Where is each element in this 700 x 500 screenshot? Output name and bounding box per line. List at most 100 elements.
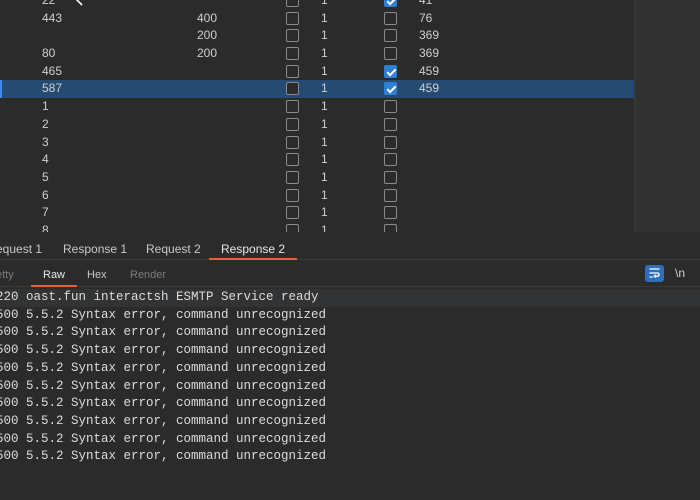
response-line: 500 5.5.2 Syntax error, command unrecogn… <box>0 413 327 428</box>
cell-length: 2 <box>42 116 49 131</box>
cell-response-length: 369 <box>419 28 440 43</box>
table-row[interactable]: 22 1 41 <box>0 0 634 10</box>
tab-request-2[interactable]: Request 2 <box>146 238 201 260</box>
response-line: 500 5.5.2 Syntax error, command unrecogn… <box>0 307 327 322</box>
error-checkbox[interactable] <box>286 135 299 149</box>
word-wrap-button[interactable] <box>645 265 664 282</box>
error-checkbox[interactable] <box>286 82 299 96</box>
cell-timeout: 1 <box>321 134 328 149</box>
table-row[interactable]: 51 <box>0 169 634 187</box>
cell-length: 80 <box>42 46 56 61</box>
cell-length: 6 <box>42 187 49 202</box>
interaction-checkbox[interactable] <box>384 135 397 149</box>
cell-timeout: 1 <box>321 152 328 167</box>
error-checkbox[interactable] <box>286 11 299 25</box>
cell-response-length: 459 <box>419 81 440 96</box>
cell-timeout: 1 <box>321 222 328 232</box>
mouse-cursor-icon <box>75 0 83 6</box>
interaction-checkbox[interactable] <box>384 64 397 78</box>
interaction-checkbox[interactable] <box>384 223 397 232</box>
table-scrollbar-gutter[interactable] <box>634 0 700 232</box>
cell-length: 5 <box>42 169 49 184</box>
response-line-text: 220 oast.fun interactsh ESMTP Service re… <box>0 290 319 304</box>
cell-length: 1 <box>42 99 49 114</box>
cell-length: 443 <box>42 10 63 25</box>
interaction-checkbox[interactable] <box>384 11 397 25</box>
table-row[interactable]: 61 <box>0 187 634 205</box>
cell-timeout: 1 <box>321 63 328 78</box>
table-row[interactable]: 21 <box>0 116 634 134</box>
table-row[interactable]: 465 1 459 <box>0 63 634 81</box>
cell-timeout: 1 <box>321 81 328 96</box>
interaction-checkbox[interactable] <box>384 29 397 43</box>
response-line: 500 5.5.2 Syntax error, command unrecogn… <box>0 449 327 464</box>
cell-response-length: 41 <box>419 0 433 7</box>
error-checkbox[interactable] <box>286 47 299 61</box>
interaction-checkbox[interactable] <box>384 188 397 202</box>
results-rows: 22 1 41 443 400 1 76 200 1 369 80 200 1 369 465 1 459 587… <box>0 0 634 232</box>
cell-timeout: 1 <box>321 46 328 61</box>
cell-length: 4 <box>42 152 49 167</box>
interaction-checkbox[interactable] <box>384 47 397 61</box>
cell-timeout: 1 <box>321 28 328 43</box>
error-checkbox[interactable] <box>286 223 299 232</box>
show-newlines-button[interactable]: \n <box>675 265 685 282</box>
response-line: 500 5.5.2 Syntax error, command unrecogn… <box>0 396 327 411</box>
error-checkbox[interactable] <box>286 29 299 43</box>
cell-response-length: 459 <box>419 63 440 78</box>
tab-render[interactable]: Render <box>130 265 166 285</box>
response-line: 500 5.5.2 Syntax error, command unrecogn… <box>0 325 327 340</box>
error-checkbox[interactable] <box>286 188 299 202</box>
interaction-checkbox[interactable] <box>384 170 397 184</box>
table-row[interactable]: 71 <box>0 204 634 222</box>
error-checkbox[interactable] <box>286 206 299 220</box>
interaction-checkbox[interactable] <box>384 82 397 96</box>
table-row[interactable]: 80 200 1 369 <box>0 45 634 63</box>
tab-pretty[interactable]: etty <box>0 265 14 285</box>
response-line-current: 220 oast.fun interactsh ESMTP Service re… <box>0 289 700 307</box>
cell-response-length: 76 <box>419 10 433 25</box>
interaction-checkbox[interactable] <box>384 153 397 167</box>
interaction-checkbox[interactable] <box>384 100 397 114</box>
cell-timeout: 1 <box>321 10 328 25</box>
response-line: 500 5.5.2 Syntax error, command unrecogn… <box>0 431 327 446</box>
table-row[interactable]: 11 <box>0 98 634 116</box>
table-row[interactable]: 200 1 369 <box>0 27 634 45</box>
cell-length: 22 <box>42 0 56 7</box>
interaction-checkbox[interactable] <box>384 117 397 131</box>
error-checkbox[interactable] <box>286 153 299 167</box>
interaction-checkbox[interactable] <box>384 0 397 7</box>
tab-response-1[interactable]: Response 1 <box>63 238 127 260</box>
raw-response-editor[interactable]: 220 oast.fun interactsh ESMTP Service re… <box>0 288 700 500</box>
tab-raw[interactable]: Raw <box>30 265 78 287</box>
cell-timeout: 1 <box>321 116 328 131</box>
cell-status: 200 <box>197 46 218 61</box>
results-table[interactable]: 22 1 41 443 400 1 76 200 1 369 80 200 1 369 465 1 459 587… <box>0 0 634 232</box>
table-row[interactable]: 41 <box>0 151 634 169</box>
cell-length: 3 <box>42 134 49 149</box>
cell-length: 465 <box>42 63 63 78</box>
cell-timeout: 1 <box>321 169 328 184</box>
error-checkbox[interactable] <box>286 170 299 184</box>
error-checkbox[interactable] <box>286 100 299 114</box>
cell-timeout: 1 <box>321 0 328 7</box>
error-checkbox[interactable] <box>286 64 299 78</box>
cell-response-length: 369 <box>419 46 440 61</box>
intruder-results-window: 22 1 41 443 400 1 76 200 1 369 80 200 1 369 465 1 459 587… <box>0 0 700 500</box>
viewer-tabs: etty Raw Hex Render <box>0 261 700 287</box>
response-line: 500 5.5.2 Syntax error, command unrecogn… <box>0 360 327 375</box>
cell-length: 8 <box>42 222 49 232</box>
tab-response-2[interactable]: Response 2 <box>208 238 298 260</box>
table-row[interactable]: 31 <box>0 134 634 152</box>
table-row[interactable]: 81 <box>0 222 634 232</box>
cell-timeout: 1 <box>321 99 328 114</box>
interaction-checkbox[interactable] <box>384 206 397 220</box>
tab-request-1[interactable]: equest 1 <box>0 238 42 260</box>
table-row[interactable]: 587 1 459 <box>0 80 634 99</box>
word-wrap-icon <box>649 268 660 278</box>
error-checkbox[interactable] <box>286 0 299 7</box>
error-checkbox[interactable] <box>286 117 299 131</box>
tab-hex[interactable]: Hex <box>87 265 107 285</box>
table-row[interactable]: 443 400 1 76 <box>0 10 634 28</box>
cell-timeout: 1 <box>321 205 328 220</box>
